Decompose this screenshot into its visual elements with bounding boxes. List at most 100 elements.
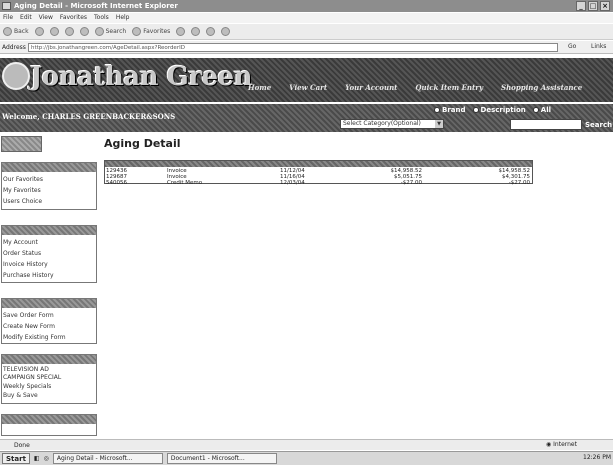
nav-view-cart[interactable]: View Cart (289, 83, 327, 92)
radio-brand[interactable]: Brand (434, 106, 466, 114)
browser-toolbar: Back Search Favorites (0, 24, 613, 40)
print-icon (221, 27, 231, 36)
address-input[interactable]: http://jbs.jonathangreen.com/AgeDetail.a… (28, 43, 558, 52)
nav-your-account[interactable]: Your Account (345, 83, 397, 92)
quicklaunch-icon[interactable]: ◎ (44, 455, 49, 462)
radio-icon (434, 107, 440, 113)
status-text: Done (14, 442, 30, 449)
print-button[interactable] (221, 27, 231, 36)
sidebar-group-extra (1, 414, 97, 436)
table-header (105, 161, 532, 167)
back-button[interactable]: Back (3, 27, 29, 36)
radio-icon (532, 107, 539, 113)
sidebar-link-my-account[interactable]: My Account (2, 237, 96, 248)
history-button[interactable] (191, 27, 201, 36)
page-title: Aging Detail (104, 137, 181, 150)
sidebar-link-television-ad[interactable]: TELEVISION AD (2, 366, 96, 374)
back-icon (3, 27, 12, 36)
menu-favorites[interactable]: Favorites (60, 13, 87, 23)
go-button[interactable]: Go (568, 43, 576, 50)
sidebar-link-invoice-history[interactable]: Invoice History (2, 259, 96, 270)
search-button[interactable]: Search (94, 27, 126, 36)
taskbar-item-word[interactable]: Document1 - Microsoft... (166, 453, 277, 464)
mail-icon (206, 27, 216, 36)
ie-icon (2, 2, 11, 10)
chevron-down-icon: ▼ (435, 120, 443, 128)
radio-all[interactable]: All (532, 106, 551, 114)
stop-icon (49, 27, 59, 36)
menu-file[interactable]: File (3, 13, 13, 23)
search-icon (94, 27, 104, 36)
radio-icon (472, 107, 479, 113)
forward-icon (34, 27, 44, 36)
sidebar-link-weekly-specials[interactable]: Weekly Specials (2, 382, 96, 391)
cell-date: 12/03/04 (280, 180, 305, 186)
search-options: Brand Description All (434, 106, 551, 114)
sidebar-group-header (2, 226, 96, 235)
welcome-message: Welcome, CHARLES GREENBACKER&SONS (2, 112, 176, 121)
stop-button[interactable] (49, 27, 59, 36)
sidebar-link-modify-existing-form[interactable]: Modify Existing Form (2, 332, 96, 343)
cell-id: 540056 (106, 180, 127, 186)
cell-amount: -$27.00 (400, 180, 422, 186)
nav-home[interactable]: Home (248, 83, 271, 92)
sidebar-link-order-status[interactable]: Order Status (2, 248, 96, 259)
menu-edit[interactable]: Edit (20, 13, 32, 23)
menu-bar: File Edit View Favorites Tools Help (0, 13, 613, 23)
sidebar-group-specials: TELEVISION AD CAMPAIGN SPECIAL Weekly Sp… (1, 354, 97, 404)
sidebar-link-users-choice[interactable]: Users Choice (2, 196, 96, 207)
sidebar-link-purchase-history[interactable]: Purchase History (2, 270, 96, 281)
menu-view[interactable]: View (39, 13, 53, 23)
sidebar-link-save-order-form[interactable]: Save Order Form (2, 310, 96, 321)
refresh-icon (64, 27, 74, 36)
sidebar-group-header (2, 415, 96, 424)
minimize-button[interactable]: _ (576, 1, 586, 11)
home-icon (79, 27, 89, 36)
sidebar-top-button[interactable] (1, 136, 42, 152)
cell-balance: -$27.00 (508, 180, 530, 186)
favorites-button[interactable]: Favorites (132, 27, 170, 36)
taskbar-item-ie[interactable]: Aging Detail - Microsoft... (52, 453, 163, 464)
home-button[interactable] (79, 27, 89, 36)
window-controls: _ □ × (576, 1, 610, 11)
sidebar-group-favorites: Our Favorites My Favorites Users Choice (1, 162, 97, 210)
sidebar-link-buy-save[interactable]: Buy & Save (2, 391, 96, 400)
site-logo[interactable]: Jonathan Green (30, 62, 253, 92)
table-row[interactable]: 540056 Credit Memo 12/03/04 -$27.00 -$27… (105, 180, 532, 187)
address-label: Address (2, 44, 26, 51)
category-select[interactable]: Select Category(Optional) ▼ (340, 119, 444, 129)
search-input[interactable] (510, 119, 582, 130)
sidebar-group-header (2, 299, 96, 308)
forward-button[interactable] (34, 27, 44, 36)
menu-tools[interactable]: Tools (94, 13, 109, 23)
sidebar-link-my-favorites[interactable]: My Favorites (2, 185, 96, 196)
close-button[interactable]: × (600, 1, 610, 11)
links-button[interactable]: Links (591, 43, 606, 50)
quicklaunch-icon[interactable]: ◧ (34, 455, 40, 462)
star-icon (132, 27, 142, 36)
top-navigation: Home View Cart Your Account Quick Item E… (248, 83, 582, 92)
maximize-button[interactable]: □ (588, 1, 598, 11)
refresh-button[interactable] (64, 27, 74, 36)
sidebar-group-header (2, 355, 96, 364)
taskbar-clock: 12:26 PM (583, 454, 611, 461)
status-zone: ◉ Internet (546, 441, 577, 448)
start-button[interactable]: Start (2, 453, 30, 464)
nav-quick-item-entry[interactable]: Quick Item Entry (415, 83, 483, 92)
media-button[interactable] (176, 27, 186, 36)
nav-shopping-assistance[interactable]: Shopping Assistance (501, 83, 582, 92)
sidebar-link-campaign-special[interactable]: CAMPAIGN SPECIAL (2, 374, 96, 382)
cell-type: Credit Memo (167, 180, 203, 186)
mail-button[interactable] (206, 27, 216, 36)
sidebar-link-our-favorites[interactable]: Our Favorites (2, 174, 96, 185)
history-icon (191, 27, 201, 36)
title-bar: Aging Detail - Microsoft Internet Explor… (0, 0, 613, 12)
radio-description[interactable]: Description (472, 106, 526, 114)
search-submit-button[interactable]: Search (585, 121, 612, 129)
logo-icon (2, 62, 30, 90)
status-bar: Done (0, 439, 613, 450)
taskbar: Start ◧ ◎ Aging Detail - Microsoft... Do… (0, 451, 613, 465)
sidebar-link-create-new-form[interactable]: Create New Form (2, 321, 96, 332)
media-icon (176, 27, 186, 36)
menu-help[interactable]: Help (116, 13, 130, 23)
